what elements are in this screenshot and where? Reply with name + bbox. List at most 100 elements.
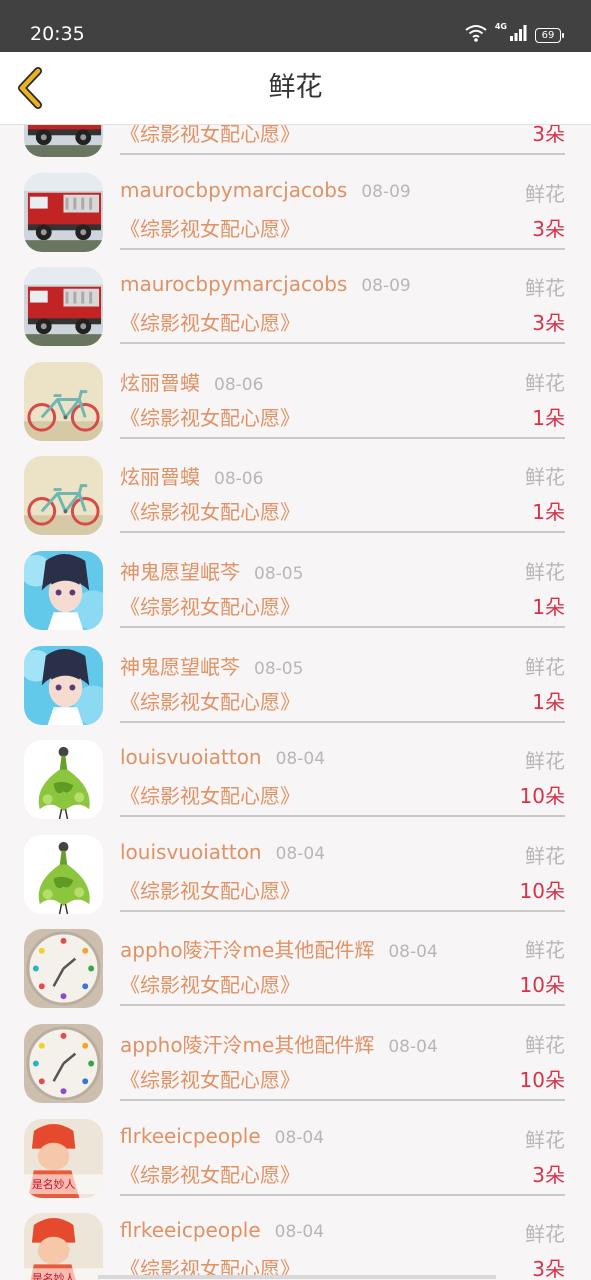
sender-name[interactable]: louisvuoiatton 08-04 bbox=[120, 745, 325, 769]
sender-name-text: appho陵汗泠me其他配件辉 bbox=[120, 938, 375, 963]
gift-type: 鲜花 bbox=[525, 1222, 565, 1247]
sender-name[interactable]: louisvuoiatton 08-04 bbox=[120, 840, 325, 864]
list-item[interactable]: maurocbpymarcjacobs08-09鲜花《综影视女配心愿》3朵 bbox=[0, 125, 591, 157]
sender-name[interactable]: 神鬼愿望岷芩 08-05 bbox=[120, 556, 303, 585]
avatar[interactable]: 是名妙人 bbox=[24, 1118, 103, 1198]
battery-icon: 69 bbox=[535, 27, 564, 43]
flower-count: 10朵 bbox=[519, 878, 565, 903]
svg-text:是名妙人: 是名妙人 bbox=[32, 1271, 76, 1280]
list-item[interactable]: appho陵汗泠me其他配件辉 08-04 鲜花 《综影视女配心愿》 10朵 bbox=[0, 1006, 591, 1103]
list-item[interactable]: maurocbpymarcjacobs08-09 鲜花《综影视女配心愿》 3朵 bbox=[0, 155, 591, 252]
svg-text:是名妙人: 是名妙人 bbox=[32, 1177, 76, 1191]
avatar[interactable] bbox=[24, 929, 103, 1009]
gift-type: 鲜花 bbox=[525, 276, 565, 301]
sender-name-text: 神鬼愿望岷芩 bbox=[120, 654, 240, 679]
list-item[interactable]: maurocbpymarcjacobs 08-09 鲜花《综影视女配心愿》 3朵 bbox=[0, 249, 591, 347]
flower-count: 10朵 bbox=[519, 1067, 565, 1092]
book-title[interactable]: 《综影视女配心愿》 bbox=[120, 969, 300, 998]
avatar[interactable] bbox=[24, 834, 103, 914]
list-item[interactable]: appho陵汗泠me其他配件辉 08-04 鲜花 《综影视女配心愿》 10朵 bbox=[0, 911, 591, 1009]
avatar[interactable] bbox=[24, 456, 103, 536]
avatar[interactable] bbox=[24, 125, 103, 157]
record-date: 08-04 bbox=[388, 1036, 438, 1057]
sender-name[interactable]: 炫丽罾蟆 08-06 bbox=[120, 461, 263, 490]
flower-count: 3朵 bbox=[532, 125, 565, 146]
network-type: 4G bbox=[494, 22, 507, 31]
chevron-left-icon bbox=[18, 67, 42, 109]
record-date: 08-05 bbox=[254, 658, 304, 679]
avatar[interactable]: 是名妙人 bbox=[24, 1213, 103, 1280]
sender-name-text: 炫丽罾蟆 bbox=[120, 465, 200, 490]
book-title[interactable]: 《综影视女配心愿》 bbox=[120, 213, 300, 242]
book-title[interactable]: 《综影视女配心愿》 bbox=[120, 402, 300, 431]
flower-count: 1朵 bbox=[532, 405, 565, 430]
book-title[interactable]: 《综影视女配心愿》 bbox=[120, 686, 300, 715]
flower-count: 1朵 bbox=[532, 594, 565, 619]
list-item[interactable]: louisvuoiatton 08-04 鲜花 《综影视女配心愿》 10朵 bbox=[0, 722, 591, 820]
record-date: 08-05 bbox=[254, 563, 304, 584]
sender-name[interactable]: maurocbpymarcjacobs 08-09 bbox=[120, 272, 411, 296]
record-date: 08-06 bbox=[214, 469, 264, 490]
wifi-icon bbox=[465, 24, 487, 46]
flower-count: 3朵 bbox=[532, 216, 565, 241]
sender-name-text: louisvuoiatton bbox=[120, 839, 262, 864]
back-button[interactable] bbox=[12, 66, 56, 110]
book-title[interactable]: 《综影视女配心愿》 bbox=[120, 875, 300, 904]
sender-name-text: maurocbpymarcjacobs bbox=[120, 177, 348, 202]
book-title[interactable]: 《综影视女配心愿》 bbox=[120, 1159, 300, 1188]
gift-type: 鲜花 bbox=[525, 654, 565, 679]
book-title[interactable]: 《综影视女配心愿》 bbox=[120, 780, 300, 809]
avatar[interactable] bbox=[24, 1023, 103, 1103]
sender-name-text: flrkeeicpeople bbox=[120, 1123, 261, 1148]
sender-name-text: flrkeeicpeople bbox=[120, 1218, 261, 1243]
signal-icon bbox=[509, 24, 527, 46]
page-title: 鲜花 bbox=[268, 72, 323, 103]
list-item[interactable]: 神鬼愿望岷芩 08-05 鲜花 《综影视女配心愿》 1朵 bbox=[0, 628, 591, 725]
gift-type: 鲜花 bbox=[525, 181, 565, 206]
avatar[interactable] bbox=[24, 172, 103, 252]
status-time: 20:35 bbox=[30, 23, 85, 45]
avatar[interactable] bbox=[24, 550, 103, 630]
record-date: 08-04 bbox=[275, 843, 326, 864]
list-item[interactable]: 炫丽罾蟆 08-06 鲜花 《综影视女配心愿》 1朵 bbox=[0, 344, 591, 441]
sender-name-text: 炫丽罾蟆 bbox=[120, 370, 200, 395]
sender-name-text: maurocbpymarcjacobs bbox=[120, 272, 348, 297]
list-item[interactable]: 炫丽罾蟆 08-06 鲜花 《综影视女配心愿》 1朵 bbox=[0, 438, 591, 536]
record-date: 08-09 bbox=[361, 276, 411, 297]
book-title[interactable]: 《综影视女配心愿》 bbox=[120, 1064, 300, 1093]
book-title[interactable]: 《综影视女配心愿》 bbox=[120, 591, 300, 620]
sender-name-text: louisvuoiatton bbox=[120, 745, 262, 770]
list-item[interactable]: 是名妙人 flrkeeicpeople 08-04 鲜花 《综影视女配心愿》 3朵 bbox=[0, 1195, 591, 1280]
record-date: 08-04 bbox=[274, 1222, 325, 1243]
sender-name[interactable]: flrkeeicpeople 08-04 bbox=[120, 1124, 324, 1148]
record-date: 08-04 bbox=[274, 1127, 325, 1148]
sender-name-text: 神鬼愿望岷芩 bbox=[120, 559, 240, 584]
flower-record-list[interactable]: maurocbpymarcjacobs08-09鲜花《综影视女配心愿》3朵 ma… bbox=[0, 125, 591, 1280]
sender-name[interactable]: 炫丽罾蟆 08-06 bbox=[120, 367, 263, 396]
list-item[interactable]: louisvuoiatton 08-04 鲜花《综影视女配心愿》 10朵 bbox=[0, 817, 591, 914]
sender-name[interactable]: appho陵汗泠me其他配件辉 08-04 bbox=[120, 934, 438, 963]
sender-name[interactable]: appho陵汗泠me其他配件辉 08-04 bbox=[120, 1029, 438, 1058]
sender-name[interactable]: flrkeeicpeople 08-04 bbox=[120, 1218, 324, 1242]
sender-name[interactable]: maurocbpymarcjacobs 08-09 bbox=[120, 178, 411, 202]
flower-count: 3朵 bbox=[532, 1162, 565, 1187]
gift-type: 鲜花 bbox=[525, 465, 565, 490]
avatar[interactable] bbox=[24, 361, 103, 441]
flower-count: 3朵 bbox=[532, 311, 565, 336]
record-date: 08-04 bbox=[275, 749, 326, 770]
list-item[interactable]: 神鬼愿望岷芩 08-05 鲜花《综影视女配心愿》 1朵 bbox=[0, 533, 591, 630]
list-item[interactable]: 是名妙人 flrkeeicpeople 08-04 鲜花 《综影视女配心愿》 3朵 bbox=[0, 1101, 591, 1198]
record-date: 08-04 bbox=[388, 942, 438, 963]
sender-name[interactable]: 神鬼愿望岷芩 08-05 bbox=[120, 651, 303, 680]
app-header: 鲜花 bbox=[0, 52, 591, 125]
book-title[interactable]: 《综影视女配心愿》 bbox=[120, 307, 300, 336]
avatar[interactable] bbox=[24, 267, 103, 347]
gift-type: 鲜花 bbox=[525, 843, 565, 868]
avatar[interactable] bbox=[24, 740, 103, 820]
avatar[interactable] bbox=[24, 645, 103, 725]
horizontal-scrollbar[interactable] bbox=[98, 1275, 496, 1279]
book-title[interactable]: 《综影视女配心愿》 bbox=[120, 496, 300, 525]
flower-count: 10朵 bbox=[519, 784, 565, 809]
gift-type: 鲜花 bbox=[525, 559, 565, 584]
book-title[interactable]: 《综影视女配心愿》 bbox=[120, 125, 300, 147]
